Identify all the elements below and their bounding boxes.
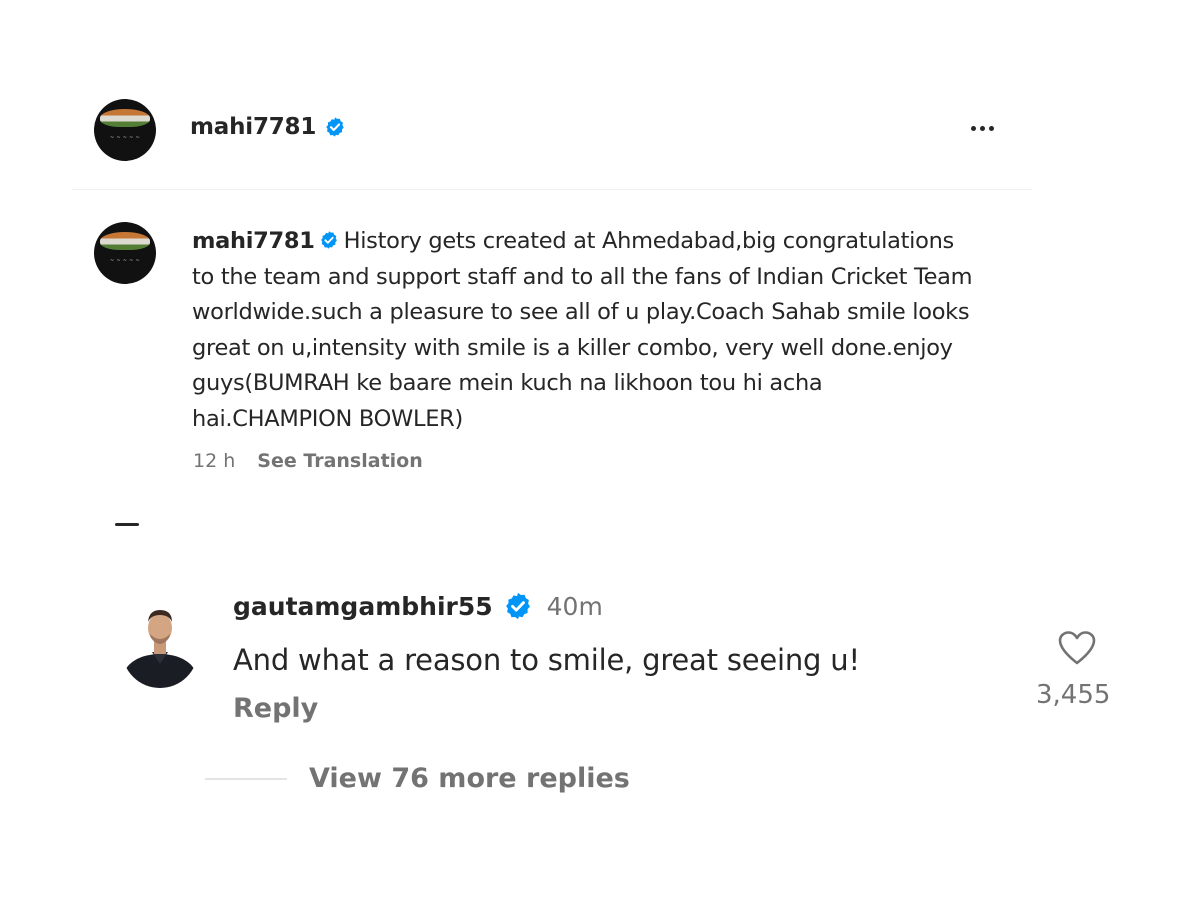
header-divider xyxy=(72,189,1032,190)
verified-badge-icon xyxy=(324,116,346,138)
caption-author-avatar[interactable]: ~ ~ ~ ~ ~ xyxy=(94,222,156,284)
like-count: 3,455 xyxy=(1036,680,1111,710)
caption-username[interactable]: mahi7781 xyxy=(192,228,315,254)
separator-dash xyxy=(115,523,139,526)
verified-badge-icon xyxy=(503,591,533,621)
instagram-post-view: ~ ~ ~ ~ ~ mahi7781 ~ ~ ~ ~ ~ mahi7781 His… xyxy=(0,0,1200,900)
view-replies-row[interactable]: View 76 more replies xyxy=(205,763,630,794)
comment-header: gautamgambhir55 40m xyxy=(233,591,603,621)
reply-button[interactable]: Reply xyxy=(233,693,318,724)
replies-divider-line xyxy=(205,777,287,780)
comment-text: And what a reason to smile, great seeing… xyxy=(233,643,860,677)
caption-timestamp: 12 h xyxy=(193,450,236,472)
comment-timestamp: 40m xyxy=(546,591,603,621)
commenter-avatar[interactable] xyxy=(122,604,198,688)
view-replies-link[interactable]: View 76 more replies xyxy=(309,763,630,794)
heart-outline-icon[interactable] xyxy=(1057,630,1097,666)
post-author-username[interactable]: mahi7781 xyxy=(190,114,316,140)
caption-text: History gets created at Ahmedabad,big co… xyxy=(192,228,973,432)
post-author-avatar[interactable]: ~ ~ ~ ~ ~ xyxy=(94,99,156,161)
more-options-icon[interactable] xyxy=(962,116,1002,140)
post-caption: mahi7781 History gets created at Ahmedaba… xyxy=(192,224,982,437)
commenter-username[interactable]: gautamgambhir55 xyxy=(233,592,493,621)
caption-meta: 12 h See Translation xyxy=(193,450,423,472)
post-author-header: mahi7781 xyxy=(190,114,346,140)
verified-badge-icon xyxy=(319,230,339,250)
see-translation-link[interactable]: See Translation xyxy=(257,450,422,472)
